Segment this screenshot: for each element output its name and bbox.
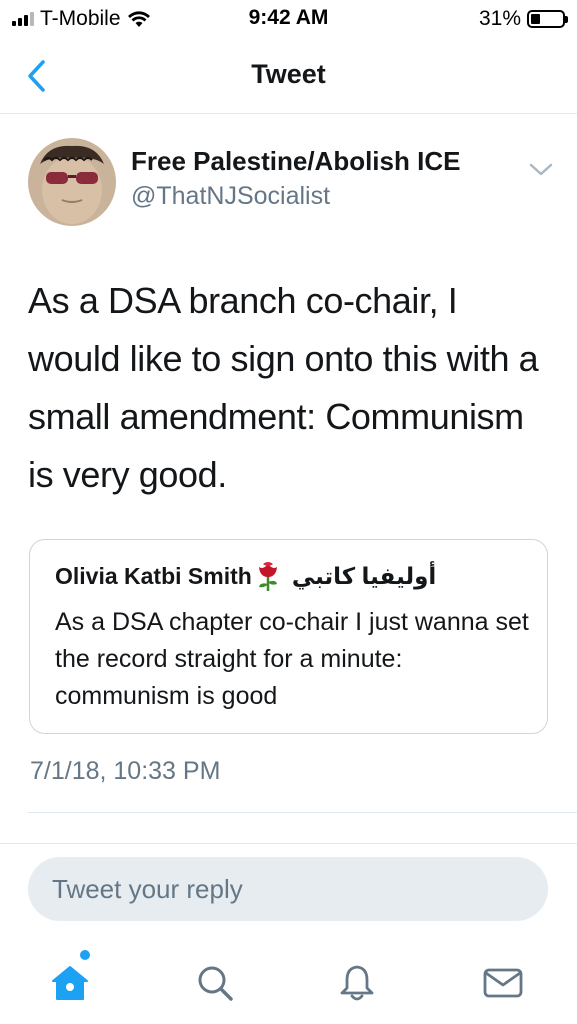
search-icon xyxy=(198,966,233,1001)
quoted-author-name-arabic: أوليفيا كاتبي xyxy=(291,562,437,589)
tab-search[interactable] xyxy=(190,958,240,1008)
rose-emoji-icon xyxy=(254,560,282,592)
quoted-tweet[interactable]: Olivia Katbi Smith أوليفيا كاتبي As a DS… xyxy=(29,539,548,734)
tab-home[interactable] xyxy=(45,958,95,1008)
bell-icon xyxy=(340,965,374,1001)
tweet-timestamp: 7/1/18, 10:33 PM xyxy=(30,757,221,785)
author-name[interactable]: Free Palestine/Abolish ICE xyxy=(131,146,460,177)
battery-percent: 31% xyxy=(478,7,521,30)
tab-notifications[interactable] xyxy=(332,958,382,1008)
status-right: 31% xyxy=(478,6,568,32)
divider xyxy=(0,843,577,844)
quoted-author: Olivia Katbi Smith أوليفيا كاتبي xyxy=(55,560,436,592)
battery-icon xyxy=(527,10,568,28)
chevron-down-icon xyxy=(529,163,553,176)
new-content-indicator xyxy=(80,950,90,960)
quoted-author-name: Olivia Katbi Smith xyxy=(55,562,252,589)
tweet-header: Free Palestine/Abolish ICE @ThatNJSocial… xyxy=(0,114,577,234)
mail-icon xyxy=(483,968,523,998)
divider xyxy=(28,812,577,813)
more-options-button[interactable] xyxy=(526,158,556,182)
page-title: Tweet xyxy=(251,59,326,89)
quoted-tweet-text: As a DSA chapter co-chair I just wanna s… xyxy=(55,608,529,710)
author-handle[interactable]: @ThatNJSocialist xyxy=(131,182,330,211)
tweet-text: As a DSA branch co-chair, I would like t… xyxy=(28,280,539,495)
reply-input[interactable] xyxy=(28,857,548,921)
home-icon xyxy=(52,966,88,1000)
avatar[interactable] xyxy=(28,138,116,226)
nav-bar: Tweet xyxy=(0,38,577,114)
status-bar: T-Mobile 9:42 AM 31% xyxy=(0,0,577,38)
tab-messages[interactable] xyxy=(478,958,528,1008)
